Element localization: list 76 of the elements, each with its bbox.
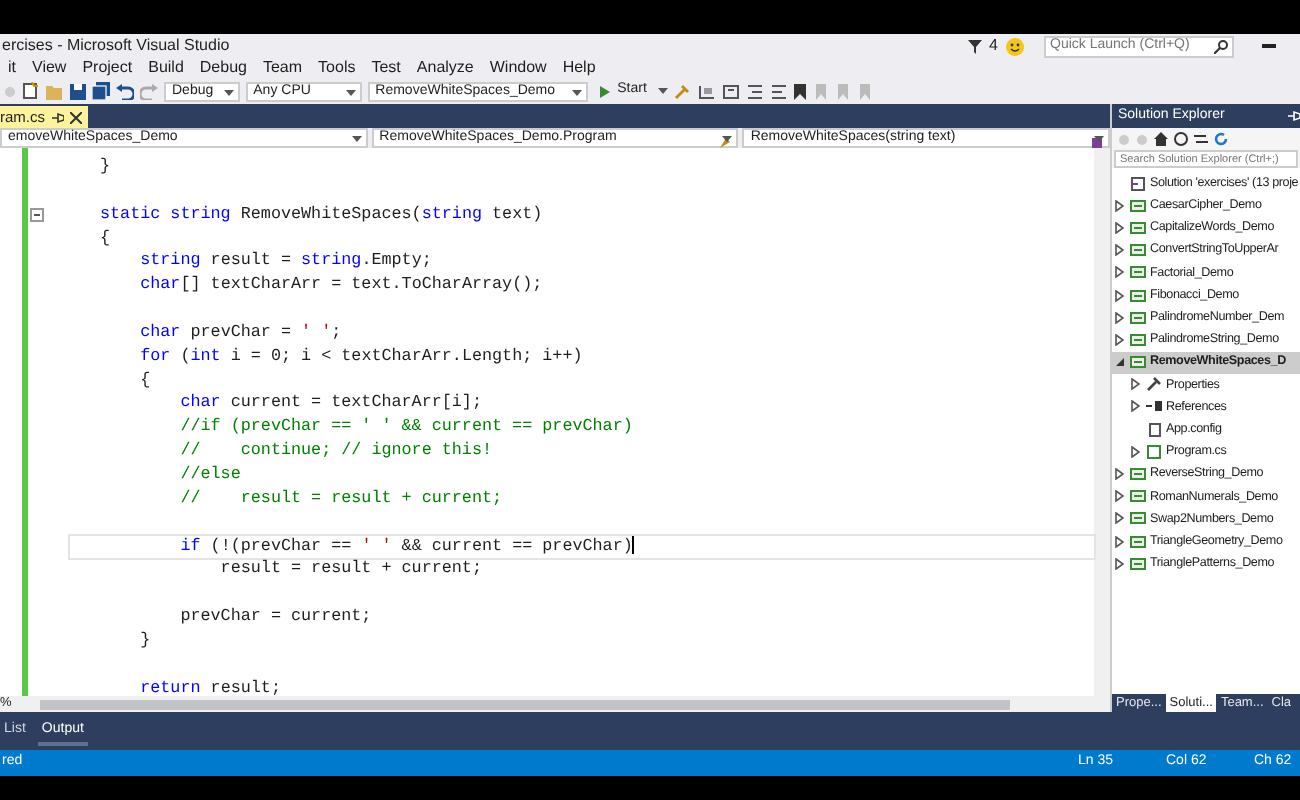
bookmark-icon[interactable] bbox=[794, 83, 807, 99]
code-line: return result; bbox=[138, 677, 283, 696]
config-file-icon bbox=[1146, 421, 1162, 438]
window-title: ercises - Microsoft Visual Studio bbox=[2, 34, 230, 58]
indent-icon[interactable] bbox=[746, 83, 765, 99]
expanded-arrow-icon[interactable] bbox=[1114, 356, 1126, 369]
outdent-icon[interactable] bbox=[770, 83, 789, 99]
pin-icon[interactable] bbox=[51, 111, 63, 123]
save-all-icon[interactable] bbox=[92, 82, 110, 100]
menu-item[interactable]: Build bbox=[140, 58, 192, 78]
code-line: string result = string.Empty; bbox=[138, 250, 434, 275]
code-line: // result = result + current; bbox=[178, 487, 505, 512]
history-icon[interactable] bbox=[1174, 132, 1188, 146]
search-icon bbox=[1214, 39, 1228, 53]
menu-item[interactable]: Debug bbox=[191, 58, 255, 78]
references-icon bbox=[1146, 398, 1162, 415]
undo-icon[interactable] bbox=[116, 83, 134, 99]
csharp-project-icon bbox=[1130, 197, 1146, 214]
caret-icon[interactable] bbox=[571, 89, 582, 95]
caret-icon[interactable] bbox=[1094, 136, 1105, 142]
caret-icon[interactable] bbox=[351, 136, 362, 142]
code-line: { bbox=[138, 369, 153, 393]
code-line: static string RemoveWhiteSpaces(string text) bbox=[70, 203, 1094, 228]
new-project-icon[interactable] bbox=[22, 82, 40, 100]
caret-icon[interactable] bbox=[345, 89, 356, 95]
menu-item[interactable]: Analyze bbox=[408, 58, 482, 78]
code-line: char current = textCharArr[i]; bbox=[178, 392, 484, 417]
smiley-icon[interactable] bbox=[1006, 37, 1024, 55]
solution-icon bbox=[1130, 175, 1146, 192]
play-icon bbox=[599, 85, 610, 97]
home-icon[interactable] bbox=[1154, 132, 1168, 146]
menu-item[interactable]: Tools bbox=[310, 58, 364, 78]
code-line: char[] textCharArr = text.ToCharArray(); bbox=[138, 274, 545, 299]
code-line: if (!(prevChar == ' ' && current == prevChar) bbox=[70, 535, 1094, 559]
code-line: { bbox=[98, 227, 113, 251]
code-line: result = result + current; bbox=[218, 558, 484, 583]
horizontal-scrollbar[interactable] bbox=[39, 699, 1010, 709]
csharp-project-icon bbox=[1130, 331, 1146, 348]
menu-item[interactable]: Team bbox=[254, 58, 311, 78]
code-line: //else bbox=[178, 463, 243, 488]
caret-icon[interactable] bbox=[223, 89, 234, 95]
notification-count: 4 bbox=[989, 34, 998, 58]
csharp-project-icon bbox=[1130, 287, 1146, 304]
menu-item[interactable]: Test bbox=[363, 58, 409, 78]
code-line: char prevChar = ' '; bbox=[138, 321, 344, 346]
close-icon[interactable] bbox=[69, 111, 81, 123]
csharp-project-icon bbox=[1130, 533, 1146, 550]
csharp-project-icon bbox=[1130, 555, 1146, 572]
caret-icon[interactable] bbox=[722, 136, 733, 142]
csharp-project-icon bbox=[1130, 466, 1146, 483]
csharp-project-icon bbox=[1130, 354, 1146, 371]
refresh-icon[interactable] bbox=[1214, 132, 1228, 146]
csharp-project-icon bbox=[1130, 242, 1146, 259]
code-line: // continue; // ignore this! bbox=[178, 440, 495, 464]
code-line: //if (prevChar == ' ' && current == prevChar) bbox=[178, 416, 635, 441]
menu-item[interactable]: Help bbox=[554, 58, 604, 78]
csharp-project-icon bbox=[1130, 510, 1146, 527]
code-line: for (int i = 0; i < textCharArr.Length; i++) bbox=[138, 345, 585, 370]
save-icon[interactable] bbox=[70, 83, 86, 99]
code-line: prevChar = current; bbox=[178, 606, 374, 630]
code-line: } bbox=[98, 156, 113, 180]
code-line: } bbox=[138, 629, 153, 654]
filter-icon[interactable] bbox=[967, 39, 982, 53]
csharp-project-icon bbox=[1130, 264, 1146, 281]
wrench-icon bbox=[1146, 376, 1162, 393]
caret-icon[interactable] bbox=[658, 88, 669, 94]
csharp-project-icon bbox=[1130, 219, 1146, 236]
menu-item[interactable]: Project bbox=[74, 58, 141, 78]
vertical-scrollbar[interactable] bbox=[1094, 148, 1110, 696]
menu-item[interactable]: Window bbox=[481, 58, 555, 78]
menu-item[interactable]: it bbox=[0, 58, 24, 78]
csharp-file-icon bbox=[1146, 443, 1162, 460]
csharp-project-icon bbox=[1130, 488, 1146, 505]
collapse-icon[interactable] bbox=[30, 207, 44, 222]
menu-item[interactable]: View bbox=[24, 58, 75, 78]
csharp-project-icon bbox=[1130, 309, 1146, 326]
